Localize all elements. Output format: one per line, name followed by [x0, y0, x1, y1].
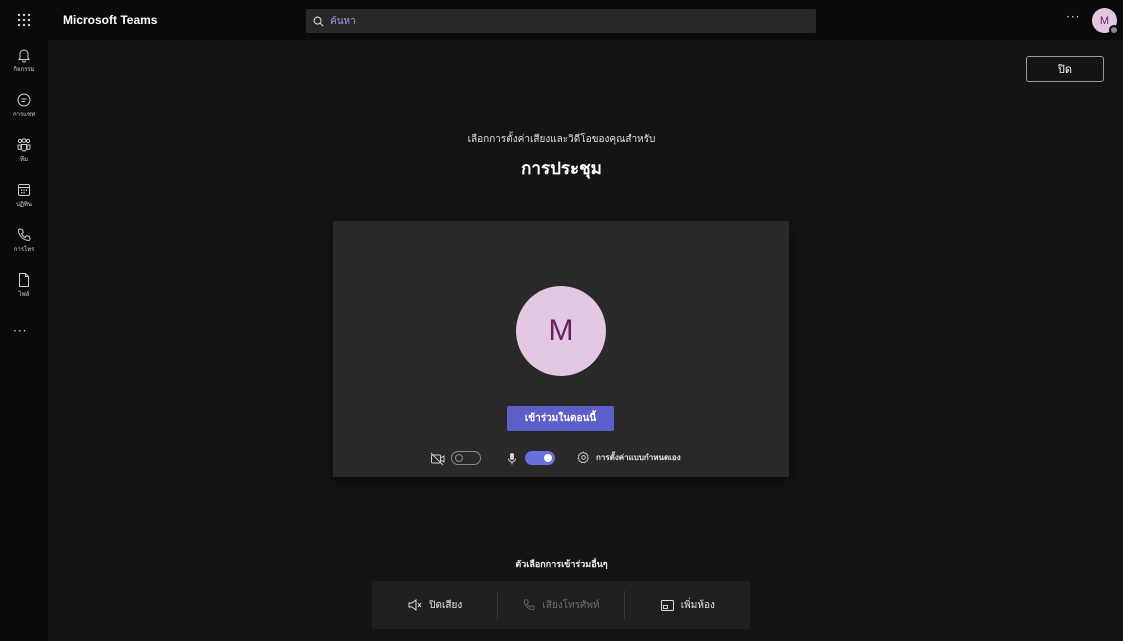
rail-more-apps-button[interactable]: ···: [13, 324, 27, 338]
rail-item-calendar[interactable]: ปฏิทิน: [0, 182, 48, 222]
rail-label: กิจกรรม: [13, 66, 35, 73]
audio-off-option[interactable]: ปิดเสียง: [372, 590, 497, 620]
prejoin-subtitle: เลือกการตั้งค่าเสียงและวิดีโอของคุณสำหรั…: [467, 134, 656, 145]
chat-icon: [17, 93, 31, 107]
app-title: Microsoft Teams: [63, 13, 158, 27]
phone-icon: [17, 228, 31, 242]
phone-icon: [524, 599, 536, 611]
camera-off-icon: [430, 452, 445, 466]
camera-toggle[interactable]: [451, 451, 481, 465]
device-controls: การตั้งค่าแบบกำหนดเอง: [333, 449, 789, 469]
device-settings-button[interactable]: การตั้งค่าแบบกำหนดเอง: [577, 451, 681, 464]
more-options-button[interactable]: ···: [1066, 10, 1080, 24]
profile-avatar[interactable]: M: [1092, 8, 1119, 35]
rail-label: ไฟล์: [18, 291, 30, 298]
bell-icon: [18, 49, 30, 63]
rail-label: ปฏิทิน: [16, 201, 32, 208]
rail-item-activity[interactable]: กิจกรรม: [0, 47, 48, 87]
file-icon: [19, 273, 29, 287]
calendar-icon: [18, 184, 30, 196]
other-join-options-title: ตัวเลือกการเข้าร่วมอื่นๆ: [515, 560, 608, 570]
waffle-icon: [17, 13, 31, 27]
search-icon: [313, 16, 324, 26]
device-settings-label: การตั้งค่าแบบกำหนดเอง: [596, 453, 681, 462]
rail-item-files[interactable]: ไฟล์: [0, 272, 48, 312]
video-preview-card: M เข้าร่วมในตอนนี้ การตั้งค่าแบบกำหนดเอง: [333, 221, 789, 477]
microphone-icon: [508, 453, 516, 465]
phone-audio-label: เสียงโทรศัพท์: [542, 599, 600, 611]
join-now-button[interactable]: เข้าร่วมในตอนนี้: [507, 406, 614, 431]
rail-item-chat[interactable]: การแชท: [0, 92, 48, 132]
cast-screen-icon: [660, 599, 674, 611]
toggle-knob: [455, 454, 463, 462]
microphone-toggle[interactable]: [525, 451, 555, 465]
other-join-options: ปิดเสียง เสียงโทรศัพท์ เพิ่มห้อง: [372, 581, 750, 629]
phone-audio-option[interactable]: เสียงโทรศัพท์: [498, 590, 623, 620]
top-bar: Microsoft Teams ··· M: [0, 0, 1123, 40]
app-launcher-button[interactable]: [0, 0, 48, 40]
avatar-initial: M: [1099, 14, 1110, 27]
add-room-label: เพิ่มห้อง: [680, 599, 715, 611]
toggle-knob: [544, 454, 552, 462]
search-box[interactable]: [306, 9, 816, 33]
meeting-title: การประชุม: [521, 159, 602, 179]
app-rail: กิจกรรม การแชท ทีม ปฏิทิน การโทร ไฟล์ ··…: [0, 40, 48, 641]
presence-status-icon: [1109, 25, 1119, 35]
rail-label: การแชท: [12, 111, 36, 118]
rail-label: การโทร: [13, 246, 35, 253]
add-room-option[interactable]: เพิ่มห้อง: [625, 590, 750, 620]
rail-item-calls[interactable]: การโทร: [0, 227, 48, 267]
search-input[interactable]: [330, 15, 790, 27]
close-button[interactable]: ปิด: [1026, 56, 1104, 82]
audio-off-label: ปิดเสียง: [429, 599, 463, 611]
preview-avatar-initial: M: [548, 314, 574, 347]
gear-icon: [577, 451, 590, 464]
preview-avatar: M: [516, 286, 606, 376]
speaker-mute-icon: [408, 599, 422, 611]
